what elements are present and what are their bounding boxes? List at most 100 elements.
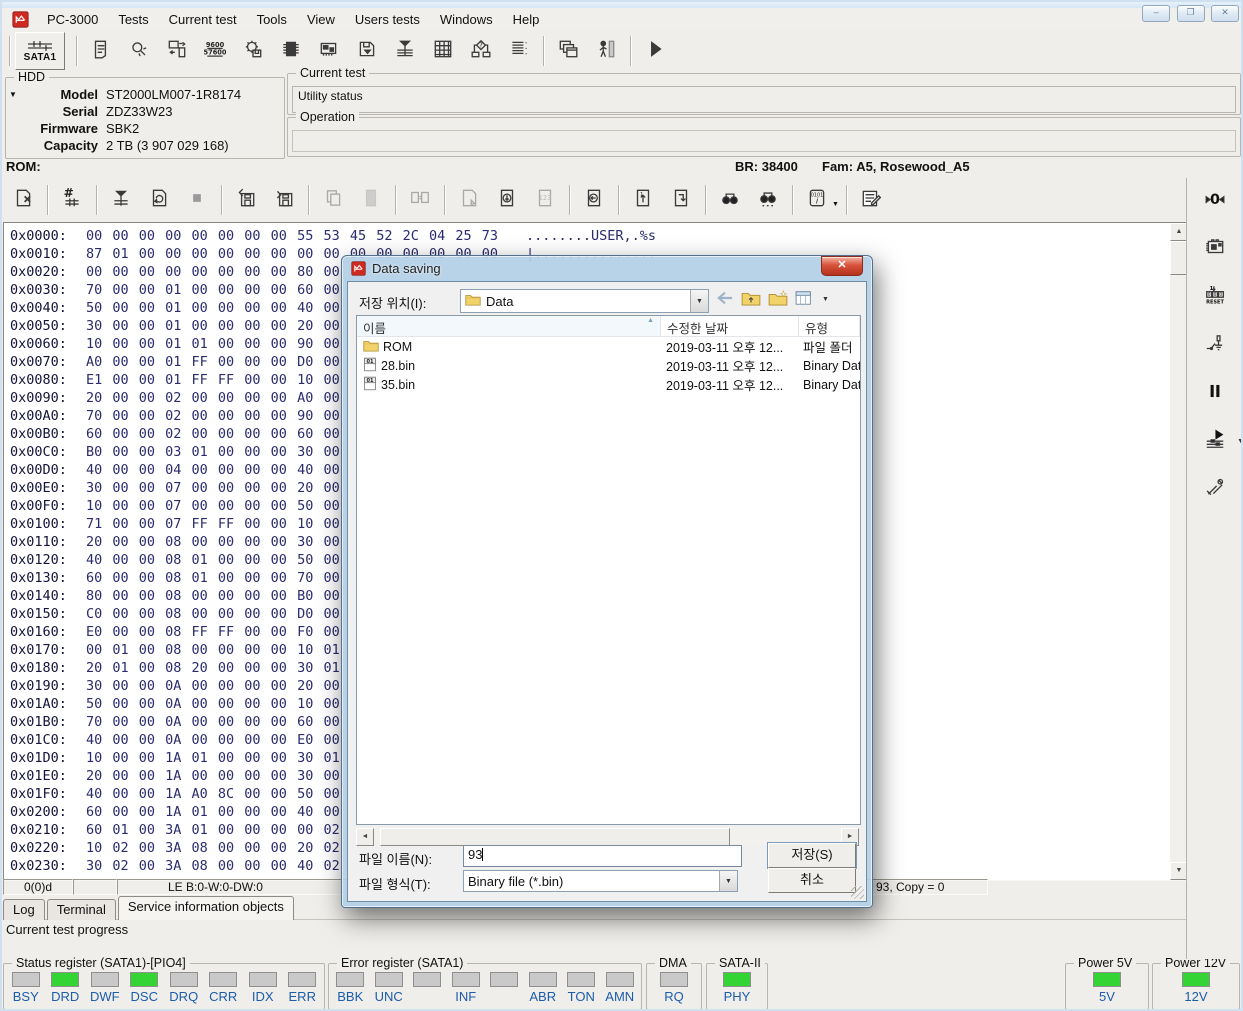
dma-panel-leds: RQ: [649, 972, 699, 1004]
main-bulb-button[interactable]: [120, 33, 158, 69]
copy-icon: [322, 187, 344, 214]
script-info-icon: [90, 38, 112, 65]
baud-rate-value: BR: 38400: [735, 159, 798, 174]
main-list-report-button[interactable]: [500, 33, 538, 69]
new-folder-button[interactable]: [768, 290, 788, 309]
menu-item-current-test[interactable]: Current test: [159, 10, 247, 29]
restore-button[interactable]: ❐: [1177, 5, 1205, 22]
menu-item-tests[interactable]: Tests: [108, 10, 158, 29]
folder-up-button[interactable]: [741, 290, 761, 309]
dialog-titlebar[interactable]: Data saving: [351, 259, 441, 277]
power-5v-panel: Power 5V5V: [1065, 963, 1149, 1010]
rom-find-next-button[interactable]: [749, 182, 787, 218]
rom-page-ghost-button: [450, 182, 488, 218]
main-gear-save-button[interactable]: [234, 33, 272, 69]
led-cell: UNC: [370, 972, 409, 1004]
hex-bytes: E1 00 00 01 FF FF 00 00 10 00: [86, 372, 340, 388]
column-header-3[interactable]: 유형: [799, 316, 860, 336]
dialog-close-button[interactable]: ✕: [821, 256, 863, 276]
main-merge-filter-button[interactable]: [386, 33, 424, 69]
combo-dropdown-arrow[interactable]: ▼: [690, 290, 708, 312]
hscroll-left-arrow[interactable]: ◄: [356, 828, 374, 846]
menu-item-users-tests[interactable]: Users tests: [345, 10, 430, 29]
toolbar-separator: [543, 36, 544, 66]
file-row[interactable]: 0128.bin2019-03-11 오후 12...Binary Dat: [357, 356, 860, 375]
sata1-port-button[interactable]: SATA1: [15, 32, 65, 70]
hex-row[interactable]: 0x0000:00 00 00 00 00 00 00 00 55 53 45 …: [10, 227, 1167, 245]
main-play-button[interactable]: [636, 33, 674, 69]
tab-log[interactable]: Log: [3, 899, 45, 920]
rom-page-down-button[interactable]: [488, 182, 526, 218]
main-user-exit-button[interactable]: [587, 33, 625, 69]
pause-icon: [1204, 380, 1226, 407]
rom-page-back-button[interactable]: [575, 182, 613, 218]
file-type-combobox[interactable]: Binary file (*.bin) ▼: [463, 870, 738, 892]
right-drive-power-button[interactable]: 0: [1198, 186, 1232, 216]
main-flowchart-button[interactable]: ?: [462, 33, 500, 69]
hex-bytes: 10 00 00 01 01 00 00 00 90 00: [86, 336, 340, 352]
save-button[interactable]: 저장(S): [768, 843, 856, 868]
rom-page-up-button[interactable]: 1: [624, 182, 662, 218]
main-disk-export-button[interactable]: [348, 33, 386, 69]
right-pause-button[interactable]: [1198, 378, 1232, 408]
menu-item-help[interactable]: Help: [503, 10, 550, 29]
tab-service-information-objects[interactable]: Service information objects: [118, 896, 294, 920]
save-location-combobox[interactable]: Data ▼: [460, 289, 709, 313]
back-arrow-button[interactable]: [716, 290, 734, 309]
error-register-panel-title: Error register (SATA1): [337, 956, 467, 970]
relay-icon: [1204, 332, 1226, 359]
right-adapter-card2-button[interactable]: [1198, 234, 1232, 264]
combo-dropdown-arrow[interactable]: ▼: [719, 871, 737, 891]
tab-terminal[interactable]: Terminal: [47, 899, 116, 920]
rom-filter-bus-button[interactable]: [102, 182, 140, 218]
file-row[interactable]: ROM2019-03-11 오후 12...파일 폴더: [357, 337, 860, 356]
flowchart-icon: ?: [470, 38, 492, 65]
main-script-info-button[interactable]: [82, 33, 120, 69]
main-grid-table-button[interactable]: [424, 33, 462, 69]
rom-page-refresh-button[interactable]: [140, 182, 178, 218]
hex-vertical-scrollbar[interactable]: ▲ ▼: [1170, 223, 1187, 880]
hex-address: 0x00B0:: [10, 425, 86, 443]
file-row[interactable]: 0135.bin2019-03-11 오후 12...Binary Dat: [357, 375, 860, 394]
dropdown-arrow[interactable]: ▼: [1237, 438, 1243, 445]
rom-load-from-file-button[interactable]: [265, 182, 303, 218]
main-baud-rate-button[interactable]: 960057600: [196, 33, 234, 69]
hex-bytes: 20 00 00 08 00 00 00 00 30 00: [86, 534, 340, 550]
hex-bytes: E0 00 00 08 FF FF 00 00 F0 00: [86, 624, 340, 640]
menu-item-windows[interactable]: Windows: [430, 10, 503, 29]
menu-item-tools[interactable]: Tools: [247, 10, 297, 29]
dropdown-arrow[interactable]: ▼: [832, 201, 839, 208]
menu-item-pc-3000[interactable]: PC-3000: [37, 10, 108, 29]
rom-notes-edit-button[interactable]: [852, 182, 890, 218]
cancel-button[interactable]: 취소: [768, 868, 856, 893]
rom-script-hex-button[interactable]: 0101i: [798, 182, 836, 218]
rom-page-next-button[interactable]: [662, 182, 700, 218]
hscroll-thumb[interactable]: [380, 828, 730, 846]
main-adapter-card-button[interactable]: [310, 33, 348, 69]
main-windows-cascade-button[interactable]: [549, 33, 587, 69]
rom-stop-button[interactable]: [178, 182, 216, 218]
menu-item-view[interactable]: View: [297, 10, 345, 29]
rom-page-close-button[interactable]: [4, 182, 42, 218]
right-reset-button[interactable]: 1RESET000: [1198, 282, 1232, 312]
right-start-bus-button[interactable]: ▼: [1198, 426, 1232, 456]
main-pc-exchange-button[interactable]: [158, 33, 196, 69]
rom-save-to-file-button[interactable]: [227, 182, 265, 218]
resize-grip[interactable]: [851, 886, 864, 899]
dropdown-arrow[interactable]: ▼: [822, 296, 829, 303]
led-indicator-RQ: [660, 972, 688, 987]
rom-find-button[interactable]: [711, 182, 749, 218]
toolbar-separator: [96, 185, 97, 215]
file-list[interactable]: 이름▲수정한 날짜유형 ROM2019-03-11 오후 12...파일 폴더0…: [356, 315, 861, 825]
view-menu-button[interactable]: [795, 290, 815, 309]
rom-hash-bus-button[interactable]: #: [53, 182, 91, 218]
right-tools-button[interactable]: [1198, 474, 1232, 504]
right-relay-button[interactable]: [1198, 330, 1232, 360]
toolbar-separator: [569, 185, 570, 215]
file-name-input[interactable]: 93: [463, 845, 742, 867]
minimize-button[interactable]: –: [1142, 5, 1170, 22]
column-header-2[interactable]: 수정한 날짜: [661, 316, 799, 336]
close-button[interactable]: ✕: [1211, 5, 1239, 22]
column-header-1[interactable]: 이름▲: [357, 316, 661, 336]
main-chip-button[interactable]: [272, 33, 310, 69]
